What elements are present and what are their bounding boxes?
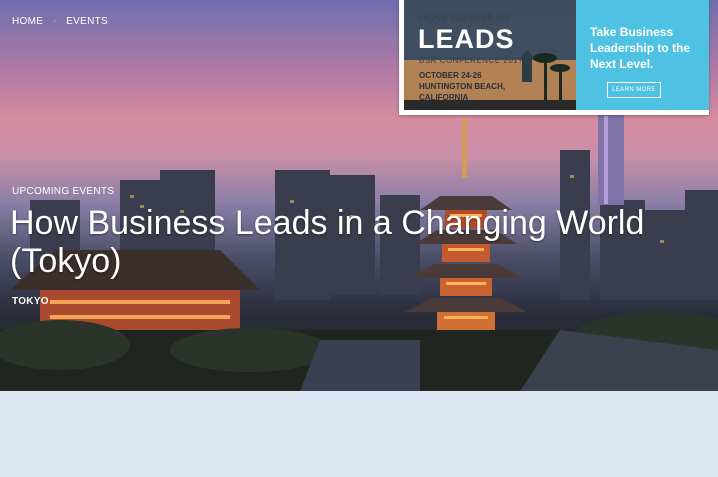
ad-left-panel: HOW BUSINESS LEADS BSR CONFERENCE 2017 O… xyxy=(404,0,576,110)
breadcrumb-events-link[interactable]: EVENTS xyxy=(66,16,108,27)
page-content-area xyxy=(0,391,718,477)
ad-right-panel: Take Business Leadership to the Next Lev… xyxy=(576,0,709,110)
ad-state: CALIFORNIA xyxy=(419,93,469,102)
ad-date-location: OCTOBER 24-26 HUNTINGTON BEACH, CALIFORN… xyxy=(419,70,529,103)
ad-tagline: Take Business Leadership to the Next Lev… xyxy=(590,25,691,71)
event-location: TOKYO xyxy=(12,296,49,307)
event-category-label: UPCOMING EVENTS xyxy=(12,186,115,197)
ad-headline-small: HOW BUSINESS xyxy=(419,12,511,24)
ad-conference-name: BSR CONFERENCE 2017 xyxy=(419,56,524,65)
conference-ad-banner[interactable]: HOW BUSINESS LEADS BSR CONFERENCE 2017 O… xyxy=(399,0,709,115)
event-title: How Business Leads in a Changing World (… xyxy=(10,204,645,280)
breadcrumb: HOME › EVENTS xyxy=(12,16,108,27)
ad-city: HUNTINGTON BEACH, xyxy=(419,82,506,91)
ad-headline-big: LEADS xyxy=(418,24,515,54)
ad-date: OCTOBER 24-26 xyxy=(419,71,482,80)
learn-more-button[interactable]: LEARN MORE xyxy=(607,82,661,98)
breadcrumb-home-link[interactable]: HOME xyxy=(12,16,43,27)
breadcrumb-separator-icon: › xyxy=(53,16,57,25)
